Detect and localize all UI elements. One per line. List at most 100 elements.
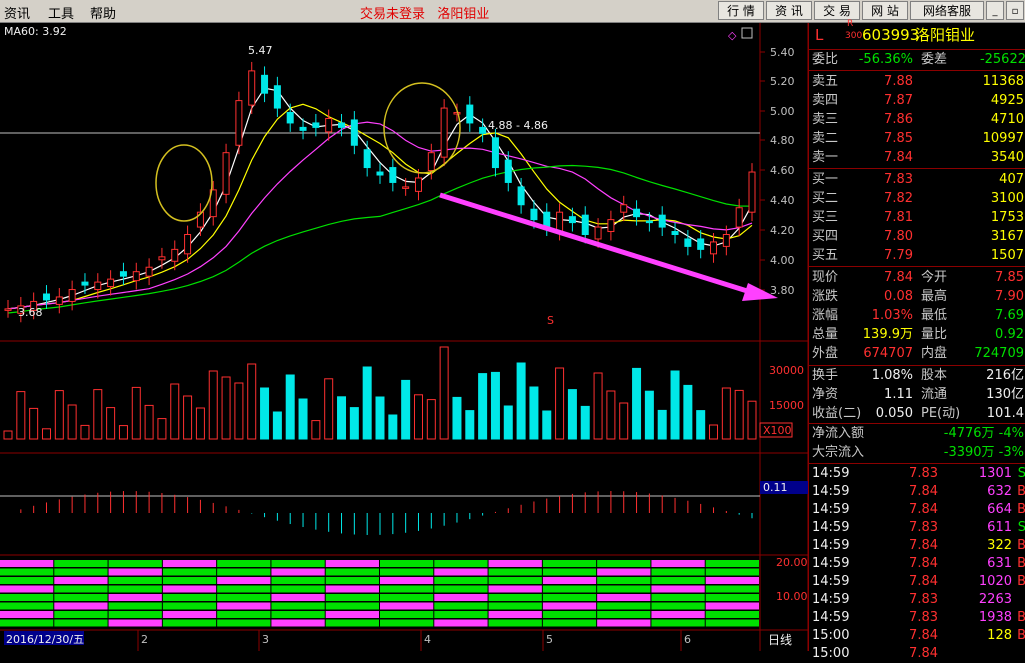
indicator-cell — [434, 560, 488, 567]
candle — [414, 177, 422, 192]
tick-volume: 611 — [987, 520, 1012, 535]
indicator-cell — [380, 611, 434, 618]
period-button[interactable]: 日线 — [768, 633, 792, 647]
candle — [376, 171, 384, 176]
price-tick: 5.40 — [770, 46, 795, 59]
row-label-2: 最高 — [921, 289, 948, 304]
tick-time: 14:59 — [812, 592, 850, 607]
volume-bar — [311, 420, 321, 440]
candle — [171, 248, 179, 262]
indicator-cell — [651, 577, 705, 584]
menu-tools[interactable]: 工具 — [48, 3, 74, 22]
candle — [645, 220, 653, 224]
volume-bar — [555, 367, 565, 440]
quote-button[interactable]: 行 情 — [718, 1, 764, 20]
weibi-value: -56.36% — [858, 52, 913, 67]
row-label: 买二 — [812, 191, 839, 206]
vol-tick: 15000 — [769, 399, 804, 412]
indicator-cell — [597, 594, 651, 601]
indicator-cell — [108, 577, 162, 584]
service-button[interactable]: 网络客服 — [910, 1, 984, 20]
candle — [440, 107, 448, 158]
tick-time: 14:59 — [812, 484, 850, 499]
tick-price: 7.83 — [909, 610, 938, 625]
row-label: 涨跌 — [812, 289, 839, 304]
volume-bar — [195, 407, 205, 440]
indicator-cell — [54, 585, 108, 593]
minimize-icon[interactable]: _ — [986, 1, 1004, 20]
stock-code: 603993 — [862, 26, 920, 44]
candle — [453, 112, 461, 115]
indicator-cell — [705, 611, 759, 618]
menu-help[interactable]: 帮助 — [90, 3, 116, 22]
row-value: 7.85 — [884, 131, 913, 146]
tick-row: 14:59 7.84 322 B — [809, 537, 1025, 555]
tick-row: 14:59 7.83 2263 — [809, 591, 1025, 609]
restore-icon[interactable]: ▫ — [1006, 1, 1024, 20]
row-value: 7.83 — [884, 172, 913, 187]
candle — [504, 159, 512, 183]
flow-row: 净流入额 -4776万 -4% — [809, 425, 1025, 443]
news-button[interactable]: 资 讯 — [766, 1, 812, 20]
volume-bar — [362, 366, 372, 440]
ma60-label: MA60: 3.92 — [4, 25, 67, 38]
candle — [402, 186, 410, 189]
kline-chart[interactable]: 5.40 5.20 5.00 4.80 4.60 4.40 4.20 4.00 3.80 MA6… — [0, 23, 808, 651]
volume-bar — [516, 362, 526, 440]
candle — [55, 296, 63, 305]
candle — [607, 219, 615, 233]
price-tick: 4.40 — [770, 194, 795, 207]
indicator-cell — [651, 568, 705, 576]
row-value-2: 3167 — [990, 229, 1024, 244]
tick-side: B — [1017, 502, 1025, 517]
row-label: 外盘 — [812, 346, 839, 361]
tick-time: 15:00 — [812, 646, 850, 661]
candle — [299, 126, 307, 131]
row-value-2: 7.69 — [995, 308, 1024, 323]
bid-row: 买三 7.81 1753 — [809, 209, 1025, 227]
indicator-cell — [271, 611, 325, 618]
candle — [491, 137, 499, 169]
row-label: 净流入额 — [812, 426, 865, 441]
candle — [581, 214, 589, 236]
indicator-cell — [271, 560, 325, 567]
indicator-cell — [54, 594, 108, 601]
indicator-cell — [542, 594, 597, 601]
candle — [145, 266, 153, 277]
indicator-cell — [651, 560, 705, 567]
row-label: 卖二 — [812, 131, 839, 146]
indicator-cell — [434, 585, 488, 593]
volume-bar — [16, 391, 26, 440]
volume-bar — [721, 387, 731, 440]
volume-bar — [580, 405, 590, 440]
ind-tick: 10.00 — [776, 590, 808, 603]
indicator-cell — [108, 611, 162, 618]
indicator-cell — [705, 594, 759, 601]
volume-bar — [93, 389, 103, 440]
indicator-cell — [705, 619, 759, 627]
tick-side: B — [1017, 538, 1025, 553]
volume-bar — [29, 407, 39, 440]
volume-bar — [272, 411, 282, 440]
indicator-cell — [54, 611, 108, 618]
menu-zixun[interactable]: 资讯 — [4, 3, 30, 22]
flow-row: 大宗流入 -3390万 -3% — [809, 444, 1025, 462]
indicator-cell — [0, 594, 54, 601]
menu-bar: 资讯 工具 帮助 交易未登录 洛阳钼业 行 情 资 讯 交 易 网 站 网络客服… — [0, 0, 1025, 23]
volume-bar — [157, 418, 167, 440]
candle — [68, 289, 76, 302]
volume-bar — [606, 390, 616, 440]
row-label: 涨幅 — [812, 308, 839, 323]
row-value-2: 130亿 — [986, 387, 1024, 402]
indicator-cell — [434, 577, 488, 584]
indicator-cell — [0, 602, 54, 610]
indicator-cell — [380, 594, 434, 601]
indicator-cell — [488, 568, 542, 576]
price-tick: 4.00 — [770, 254, 795, 267]
candle — [684, 238, 692, 247]
volume-bar — [709, 424, 719, 440]
indicator-cell — [108, 602, 162, 610]
candle — [722, 234, 730, 247]
row-label: 收益(二) — [812, 406, 862, 421]
website-button[interactable]: 网 站 — [862, 1, 908, 20]
